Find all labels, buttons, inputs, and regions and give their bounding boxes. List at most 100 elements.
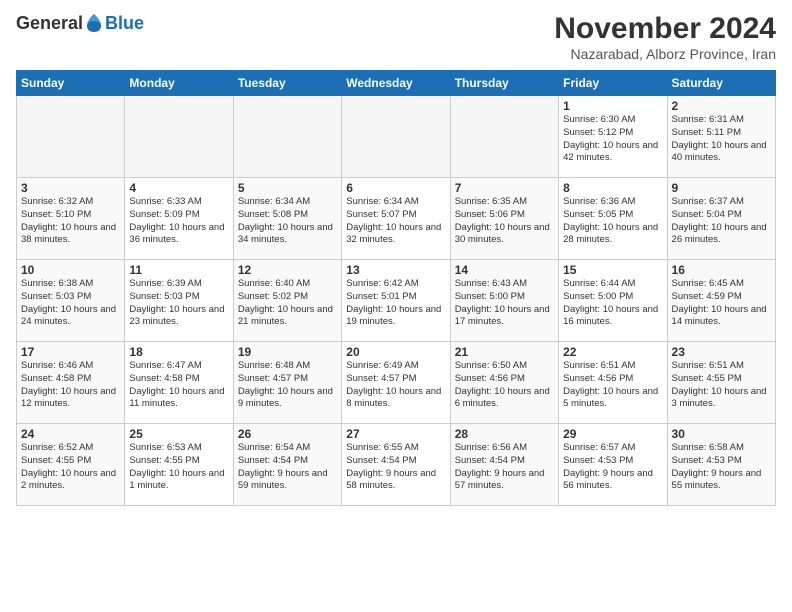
- calendar-week-row: 10Sunrise: 6:38 AM Sunset: 5:03 PM Dayli…: [17, 260, 776, 342]
- day-detail: Sunrise: 6:44 AM Sunset: 5:00 PM Dayligh…: [563, 278, 662, 329]
- logo-general: General: [16, 13, 83, 34]
- calendar-cell: 10Sunrise: 6:38 AM Sunset: 5:03 PM Dayli…: [17, 260, 125, 342]
- calendar-cell: 28Sunrise: 6:56 AM Sunset: 4:54 PM Dayli…: [450, 424, 558, 506]
- calendar-cell: 27Sunrise: 6:55 AM Sunset: 4:54 PM Dayli…: [342, 424, 450, 506]
- day-detail: Sunrise: 6:49 AM Sunset: 4:57 PM Dayligh…: [346, 360, 445, 411]
- day-number: 13: [346, 263, 445, 277]
- day-number: 24: [21, 427, 120, 441]
- logo: General Blue: [16, 12, 144, 34]
- day-detail: Sunrise: 6:57 AM Sunset: 4:53 PM Dayligh…: [563, 442, 662, 493]
- day-detail: Sunrise: 6:55 AM Sunset: 4:54 PM Dayligh…: [346, 442, 445, 493]
- day-number: 2: [672, 99, 771, 113]
- calendar-cell: 20Sunrise: 6:49 AM Sunset: 4:57 PM Dayli…: [342, 342, 450, 424]
- calendar-cell: 6Sunrise: 6:34 AM Sunset: 5:07 PM Daylig…: [342, 178, 450, 260]
- day-number: 28: [455, 427, 554, 441]
- day-detail: Sunrise: 6:56 AM Sunset: 4:54 PM Dayligh…: [455, 442, 554, 493]
- logo-blue: Blue: [105, 13, 144, 34]
- calendar-cell: [450, 96, 558, 178]
- calendar-cell: 21Sunrise: 6:50 AM Sunset: 4:56 PM Dayli…: [450, 342, 558, 424]
- calendar-cell: 19Sunrise: 6:48 AM Sunset: 4:57 PM Dayli…: [233, 342, 341, 424]
- calendar-cell: 11Sunrise: 6:39 AM Sunset: 5:03 PM Dayli…: [125, 260, 233, 342]
- weekday-header: Monday: [125, 71, 233, 96]
- calendar-week-row: 17Sunrise: 6:46 AM Sunset: 4:58 PM Dayli…: [17, 342, 776, 424]
- calendar-cell: 13Sunrise: 6:42 AM Sunset: 5:01 PM Dayli…: [342, 260, 450, 342]
- weekday-header: Saturday: [667, 71, 775, 96]
- calendar-cell: 25Sunrise: 6:53 AM Sunset: 4:55 PM Dayli…: [125, 424, 233, 506]
- day-detail: Sunrise: 6:38 AM Sunset: 5:03 PM Dayligh…: [21, 278, 120, 329]
- weekday-header: Thursday: [450, 71, 558, 96]
- day-number: 16: [672, 263, 771, 277]
- weekday-header: Friday: [559, 71, 667, 96]
- day-number: 30: [672, 427, 771, 441]
- weekday-header: Wednesday: [342, 71, 450, 96]
- day-number: 27: [346, 427, 445, 441]
- weekday-header-row: SundayMondayTuesdayWednesdayThursdayFrid…: [17, 71, 776, 96]
- location: Nazarabad, Alborz Province, Iran: [554, 46, 776, 62]
- calendar-week-row: 24Sunrise: 6:52 AM Sunset: 4:55 PM Dayli…: [17, 424, 776, 506]
- day-number: 29: [563, 427, 662, 441]
- day-number: 12: [238, 263, 337, 277]
- page-container: General Blue November 2024 Nazarabad, Al…: [0, 0, 792, 612]
- calendar-cell: [342, 96, 450, 178]
- logo-icon: [83, 12, 105, 34]
- calendar-cell: 5Sunrise: 6:34 AM Sunset: 5:08 PM Daylig…: [233, 178, 341, 260]
- day-detail: Sunrise: 6:40 AM Sunset: 5:02 PM Dayligh…: [238, 278, 337, 329]
- day-number: 7: [455, 181, 554, 195]
- weekday-header: Tuesday: [233, 71, 341, 96]
- calendar-cell: 26Sunrise: 6:54 AM Sunset: 4:54 PM Dayli…: [233, 424, 341, 506]
- title-block: November 2024 Nazarabad, Alborz Province…: [554, 12, 776, 62]
- day-number: 9: [672, 181, 771, 195]
- day-number: 19: [238, 345, 337, 359]
- day-detail: Sunrise: 6:58 AM Sunset: 4:53 PM Dayligh…: [672, 442, 771, 493]
- calendar-cell: 29Sunrise: 6:57 AM Sunset: 4:53 PM Dayli…: [559, 424, 667, 506]
- day-number: 6: [346, 181, 445, 195]
- calendar-cell: 2Sunrise: 6:31 AM Sunset: 5:11 PM Daylig…: [667, 96, 775, 178]
- calendar-cell: 24Sunrise: 6:52 AM Sunset: 4:55 PM Dayli…: [17, 424, 125, 506]
- day-detail: Sunrise: 6:42 AM Sunset: 5:01 PM Dayligh…: [346, 278, 445, 329]
- day-number: 20: [346, 345, 445, 359]
- day-detail: Sunrise: 6:30 AM Sunset: 5:12 PM Dayligh…: [563, 114, 662, 165]
- calendar-cell: 4Sunrise: 6:33 AM Sunset: 5:09 PM Daylig…: [125, 178, 233, 260]
- day-detail: Sunrise: 6:36 AM Sunset: 5:05 PM Dayligh…: [563, 196, 662, 247]
- day-number: 25: [129, 427, 228, 441]
- page-header: General Blue November 2024 Nazarabad, Al…: [16, 12, 776, 62]
- day-detail: Sunrise: 6:45 AM Sunset: 4:59 PM Dayligh…: [672, 278, 771, 329]
- month-title: November 2024: [554, 12, 776, 46]
- day-detail: Sunrise: 6:48 AM Sunset: 4:57 PM Dayligh…: [238, 360, 337, 411]
- day-detail: Sunrise: 6:37 AM Sunset: 5:04 PM Dayligh…: [672, 196, 771, 247]
- calendar-cell: 8Sunrise: 6:36 AM Sunset: 5:05 PM Daylig…: [559, 178, 667, 260]
- calendar-cell: [125, 96, 233, 178]
- day-detail: Sunrise: 6:54 AM Sunset: 4:54 PM Dayligh…: [238, 442, 337, 493]
- day-detail: Sunrise: 6:47 AM Sunset: 4:58 PM Dayligh…: [129, 360, 228, 411]
- day-number: 1: [563, 99, 662, 113]
- day-detail: Sunrise: 6:33 AM Sunset: 5:09 PM Dayligh…: [129, 196, 228, 247]
- calendar-cell: 15Sunrise: 6:44 AM Sunset: 5:00 PM Dayli…: [559, 260, 667, 342]
- day-detail: Sunrise: 6:34 AM Sunset: 5:08 PM Dayligh…: [238, 196, 337, 247]
- calendar-week-row: 1Sunrise: 6:30 AM Sunset: 5:12 PM Daylig…: [17, 96, 776, 178]
- day-detail: Sunrise: 6:43 AM Sunset: 5:00 PM Dayligh…: [455, 278, 554, 329]
- day-number: 17: [21, 345, 120, 359]
- day-number: 5: [238, 181, 337, 195]
- day-detail: Sunrise: 6:35 AM Sunset: 5:06 PM Dayligh…: [455, 196, 554, 247]
- calendar-cell: [233, 96, 341, 178]
- calendar-week-row: 3Sunrise: 6:32 AM Sunset: 5:10 PM Daylig…: [17, 178, 776, 260]
- day-number: 3: [21, 181, 120, 195]
- day-detail: Sunrise: 6:39 AM Sunset: 5:03 PM Dayligh…: [129, 278, 228, 329]
- calendar-table: SundayMondayTuesdayWednesdayThursdayFrid…: [16, 70, 776, 506]
- day-detail: Sunrise: 6:46 AM Sunset: 4:58 PM Dayligh…: [21, 360, 120, 411]
- calendar-cell: 16Sunrise: 6:45 AM Sunset: 4:59 PM Dayli…: [667, 260, 775, 342]
- day-number: 11: [129, 263, 228, 277]
- calendar-cell: 12Sunrise: 6:40 AM Sunset: 5:02 PM Dayli…: [233, 260, 341, 342]
- day-number: 26: [238, 427, 337, 441]
- day-number: 22: [563, 345, 662, 359]
- day-number: 18: [129, 345, 228, 359]
- day-detail: Sunrise: 6:32 AM Sunset: 5:10 PM Dayligh…: [21, 196, 120, 247]
- calendar-cell: [17, 96, 125, 178]
- day-detail: Sunrise: 6:53 AM Sunset: 4:55 PM Dayligh…: [129, 442, 228, 493]
- calendar-cell: 9Sunrise: 6:37 AM Sunset: 5:04 PM Daylig…: [667, 178, 775, 260]
- day-detail: Sunrise: 6:31 AM Sunset: 5:11 PM Dayligh…: [672, 114, 771, 165]
- day-number: 23: [672, 345, 771, 359]
- calendar-cell: 7Sunrise: 6:35 AM Sunset: 5:06 PM Daylig…: [450, 178, 558, 260]
- day-number: 8: [563, 181, 662, 195]
- calendar-cell: 23Sunrise: 6:51 AM Sunset: 4:55 PM Dayli…: [667, 342, 775, 424]
